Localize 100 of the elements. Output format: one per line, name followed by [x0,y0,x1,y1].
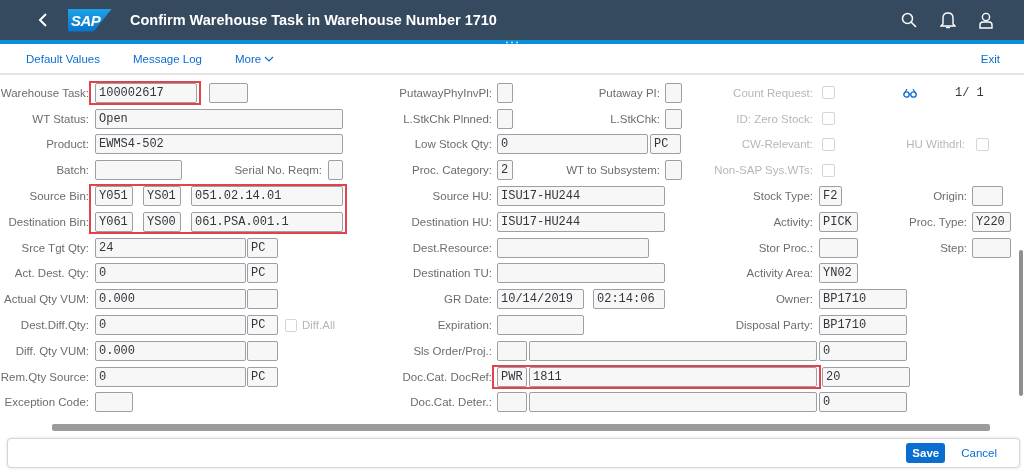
field-label: WT Status: [31,112,90,125]
field-label: Non-SAP Sys.WTs: [713,164,814,177]
input-field[interactable]: 02:14:06 [593,289,665,310]
input-field[interactable]: 0 [95,263,246,284]
field-label: Source Bin: [28,190,90,203]
toolbar-link[interactable]: More [235,52,275,65]
input-field[interactable]: 0 [819,340,907,361]
input-field[interactable]: Y061 [95,211,133,232]
input-field[interactable]: PC [247,315,278,336]
input-field[interactable]: 10/14/2019 [497,289,584,310]
input-field[interactable] [665,108,682,129]
input-field[interactable] [209,82,248,103]
input-field[interactable]: 100002617 [95,82,197,103]
input-field[interactable]: ISU17-HU244 [497,211,665,232]
input-field[interactable] [972,186,1003,207]
search-icon[interactable] [901,12,917,28]
input-field[interactable]: Y051 [95,186,133,207]
input-field[interactable]: 061.PSA.001.1 [191,211,343,232]
input-field[interactable]: 2 [497,160,513,181]
cancel-link[interactable]: Cancel [961,447,997,459]
input-field[interactable]: 0.000 [95,289,246,310]
field-label: Act. Dest. Qty: [13,267,90,280]
input-field[interactable]: 1811 [529,366,817,387]
input-field[interactable] [497,315,584,336]
save-button[interactable]: Save [906,443,946,463]
input-field[interactable] [972,237,1011,258]
bell-icon[interactable] [940,11,956,29]
input-field[interactable] [247,289,278,310]
input-field[interactable] [665,82,682,103]
field-label: Stock Type: [752,190,814,203]
input-field[interactable]: PC [247,237,278,258]
input-field[interactable]: 20 [822,366,910,387]
input-field[interactable] [497,237,649,258]
input-field[interactable] [497,340,527,361]
input-field[interactable]: Open [95,108,343,129]
field-label: Proc. Type: [908,215,968,228]
field-label: L.StkChk: [609,112,661,125]
field-label: Sls Order/Proj.: [412,344,493,357]
toolbar-link[interactable]: Message Log [132,52,202,65]
field-label: CW-Relevant: [740,138,814,151]
input-field[interactable]: PC [247,263,278,284]
grip-icon[interactable] [505,40,519,44]
input-field[interactable]: ISU17-HU244 [497,186,665,207]
window-title: Confirm Warehouse Task in Warehouse Number 1710 [130,12,497,28]
input-field[interactable] [497,108,513,129]
field-label: Source HU: [431,190,493,203]
input-field[interactable]: 0 [819,392,907,413]
input-field[interactable]: PC [247,366,278,387]
input-field[interactable]: YS00 [143,211,181,232]
input-field[interactable]: BP1710 [819,315,907,336]
field-label: Low Stock Qty: [413,138,493,151]
field-label: Stor Proc.: [757,241,814,254]
field-label: Disposal Party: [734,319,814,332]
field-label: WT to Subsystem: [565,164,661,177]
input-field[interactable]: PC [650,134,681,155]
input-field[interactable]: 24 [95,237,246,258]
field-label: Dest.Diff.Qty: [19,319,90,332]
input-field[interactable]: EWMS4-502 [95,134,343,155]
input-field[interactable] [819,237,858,258]
input-field[interactable] [529,392,817,413]
input-field[interactable]: 0 [95,366,246,387]
field-label: Dest.Resource: [411,241,493,254]
page-counter: 1/ 1 [955,85,984,100]
input-field[interactable] [497,392,527,413]
input-field[interactable] [497,82,513,103]
input-field[interactable]: PICK [819,211,858,232]
input-field[interactable]: 0 [95,315,246,336]
input-field[interactable] [665,160,682,181]
input-field[interactable]: 0 [497,134,648,155]
field-label: Srce Tgt Qty: [20,241,90,254]
input-field[interactable]: F2 [819,186,842,207]
field-label: Batch: [55,164,90,177]
input-field[interactable] [95,392,133,413]
field-label: Warehouse Task: [0,86,90,99]
input-field[interactable] [529,340,817,361]
input-field[interactable] [95,160,182,181]
input-field[interactable]: 0.000 [95,340,246,361]
input-field[interactable]: YS01 [143,186,181,207]
input-field[interactable] [328,160,343,181]
toolbar-link[interactable]: Default Values [26,52,100,65]
binoculars-icon[interactable] [903,87,917,98]
user-icon[interactable] [979,11,993,29]
input-field[interactable]: BP1710 [819,289,907,310]
field-label: Activity: [772,215,814,228]
scrollbar[interactable] [52,424,990,431]
input-field[interactable]: PWR [497,366,527,387]
field-label: Destination HU: [410,215,493,228]
scrollbar[interactable] [1019,250,1023,396]
input-field[interactable]: YN02 [819,263,858,284]
logo: SAP [68,8,112,32]
field-label: Actual Qty VUM: [3,293,90,306]
field-label: Expiration: [436,319,493,332]
exit-link[interactable]: Exit [980,52,1000,65]
field-label: Rem.Qty Source: [0,370,90,383]
input-field[interactable] [497,263,665,284]
input-field[interactable]: 051.02.14.01 [191,186,343,207]
field-label: Step: [939,241,968,254]
input-field[interactable]: Y220 [972,211,1011,232]
field-label: HU Withdrl: [905,138,966,151]
input-field[interactable] [247,340,278,361]
